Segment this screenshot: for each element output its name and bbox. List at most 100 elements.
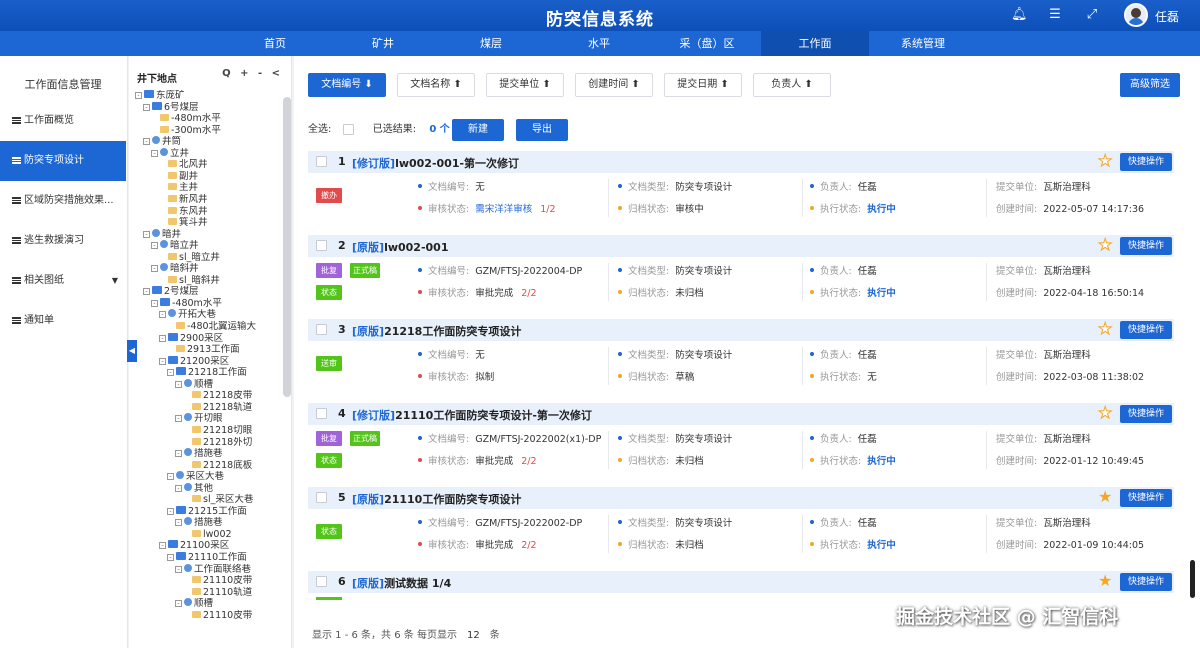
nav-item-mine[interactable]: 矿井	[338, 31, 428, 56]
collapse-toggle-icon[interactable]: -	[151, 265, 158, 273]
quick-action-button[interactable]: 快捷操作	[1120, 405, 1172, 423]
sort-owner-button[interactable]: 负责人 ⬆	[753, 73, 831, 97]
quick-action-button[interactable]: 快捷操作	[1120, 573, 1172, 591]
advanced-filter-button[interactable]: 高级筛选	[1120, 73, 1180, 97]
collapse-toggle-icon[interactable]: -	[151, 242, 158, 250]
row-checkbox[interactable]	[316, 576, 327, 587]
tree-node[interactable]: - 暗立井	[151, 240, 199, 252]
nav-item-home[interactable]: 首页	[230, 31, 320, 56]
tree-node[interactable]: - 21110工作面	[167, 552, 247, 564]
tree-node[interactable]: 21218皮带	[183, 390, 252, 402]
new-button[interactable]: 新建	[452, 119, 504, 141]
collapse-toggle-icon[interactable]: -	[159, 542, 166, 550]
tree-node[interactable]: - 采区大巷	[167, 471, 224, 483]
tree-node[interactable]: - 开拓大巷	[159, 309, 216, 321]
collapse-toggle-icon[interactable]: -	[151, 149, 158, 157]
quick-action-button[interactable]: 快捷操作	[1120, 237, 1172, 255]
star-icon[interactable]: ★	[1097, 319, 1112, 338]
tree-node[interactable]: - 工作面联络巷	[175, 563, 251, 576]
card-title[interactable]: [原版]测试数据 1/4	[352, 575, 451, 591]
collapse-toggle-icon[interactable]: -	[167, 554, 174, 561]
card-title[interactable]: [原版]lw002-001	[352, 239, 448, 255]
collapse-toggle-icon[interactable]: -	[175, 565, 182, 573]
tree-node[interactable]: 21218切眼	[183, 425, 252, 437]
collapse-toggle-icon[interactable]: -	[175, 519, 182, 527]
row-checkbox[interactable]	[316, 156, 327, 167]
tree-node[interactable]: - 开切眼	[175, 413, 223, 425]
tree-node[interactable]: - 其他	[175, 482, 213, 495]
star-icon[interactable]: ★	[1097, 403, 1112, 422]
tree-node[interactable]: -480北翼运输大	[167, 321, 256, 333]
collapse-toggle-icon[interactable]: -	[143, 103, 150, 111]
menu-item-drill[interactable]: 逃生救援演习	[0, 221, 126, 261]
status-tag[interactable]: 送审	[316, 356, 342, 371]
nav-item-coal-seam[interactable]: 煤层	[446, 31, 536, 56]
tree-node[interactable]: 21218轨道	[183, 402, 252, 414]
tree-toolbar[interactable]: Q + - <	[222, 68, 283, 79]
nav-item-system[interactable]: 系统管理	[878, 31, 968, 56]
tree-node[interactable]: - 措施巷	[175, 448, 223, 460]
row-checkbox[interactable]	[316, 492, 327, 503]
tree-node[interactable]: - 6号煤层	[143, 101, 199, 114]
tree-node[interactable]: sl_采区大巷	[183, 494, 253, 506]
quick-action-button[interactable]: 快捷操作	[1120, 153, 1172, 171]
row-checkbox[interactable]	[316, 240, 327, 251]
tree-node[interactable]: - 暗井	[143, 228, 181, 241]
fullscreen-icon[interactable]: ⤢	[1084, 7, 1100, 23]
tree-node[interactable]: - 井筒	[143, 136, 181, 148]
tree-node[interactable]: 东风井	[159, 206, 208, 218]
nav-item-level[interactable]: 水平	[554, 31, 644, 56]
tree-node[interactable]: - 21218工作面	[167, 367, 247, 379]
collapse-panel-button[interactable]: ◀	[127, 340, 137, 362]
sort-doc-no-button[interactable]: 文档编号 ⬇	[308, 73, 386, 97]
sort-doc-name-button[interactable]: 文档名称 ⬆	[397, 73, 475, 97]
tree-node[interactable]: - 21100采区	[159, 540, 229, 552]
user-name[interactable]: 任磊	[1155, 8, 1179, 25]
collapse-toggle-icon[interactable]: -	[159, 357, 166, 365]
sort-unit-button[interactable]: 提交单位 ⬆	[486, 73, 564, 97]
status-tag[interactable]: 正式稿	[350, 263, 380, 278]
card-title[interactable]: [修订版]21110工作面防突专项设计-第一次修订	[352, 407, 592, 423]
collapse-toggle-icon[interactable]: -	[143, 138, 150, 146]
tree-node[interactable]: -300m水平	[151, 125, 221, 137]
tree-scrollbar[interactable]	[283, 97, 291, 397]
quick-action-button[interactable]: 快捷操作	[1120, 489, 1172, 507]
menu-item-overview[interactable]: 工作面概览	[0, 101, 126, 141]
sort-created-button[interactable]: 创建时间 ⬆	[575, 73, 653, 97]
export-button[interactable]: 导出	[516, 119, 568, 141]
collapse-toggle-icon[interactable]: -	[175, 600, 182, 608]
collapse-toggle-icon[interactable]: -	[175, 450, 182, 458]
tree-node[interactable]: 北风井	[159, 159, 208, 171]
nav-item-workface[interactable]: 工作面	[761, 31, 869, 56]
sort-submit-date-button[interactable]: 提交日期 ⬆	[664, 73, 742, 97]
main-scrollbar[interactable]	[1190, 560, 1195, 598]
tree-node[interactable]: - 顺槽	[175, 378, 213, 391]
collapse-toggle-icon[interactable]: -	[151, 299, 158, 307]
status-tag[interactable]: 状态	[316, 285, 342, 300]
collapse-toggle-icon[interactable]: -	[159, 334, 166, 342]
menu-item-notice[interactable]: 通知单	[0, 301, 126, 341]
tree-node[interactable]: - 立井	[151, 147, 189, 160]
bell-icon[interactable]: 🔔︎	[1011, 7, 1028, 23]
row-checkbox[interactable]	[316, 408, 327, 419]
tree-node[interactable]: 新风井	[159, 194, 208, 206]
tree-node[interactable]: 箕斗井	[159, 217, 208, 229]
status-tag[interactable]: 状态	[316, 524, 342, 539]
menu-item-drawings[interactable]: 相关图纸 ▼	[0, 261, 126, 301]
menu-item-design[interactable]: 防突专项设计	[0, 141, 126, 181]
quick-action-button[interactable]: 快捷操作	[1120, 321, 1172, 339]
status-tag[interactable]: 批复	[316, 263, 342, 278]
tree-node[interactable]: 21110轨道	[183, 587, 252, 599]
status-tag[interactable]: 正式稿	[350, 431, 380, 446]
tree-node[interactable]: - 21200采区	[159, 355, 229, 368]
star-icon[interactable]: ★	[1098, 488, 1112, 506]
card-title[interactable]: [原版]21218工作面防突专项设计	[352, 323, 521, 339]
tree-node[interactable]: - 顺槽	[175, 598, 213, 610]
nav-item-district[interactable]: 采（盘）区	[662, 31, 752, 56]
status-tag[interactable]: 批复	[316, 431, 342, 446]
collapse-toggle-icon[interactable]: -	[167, 369, 174, 377]
star-icon[interactable]: ★	[1097, 151, 1112, 170]
tree-node[interactable]: - 暗斜井	[151, 263, 199, 275]
tree-node[interactable]: - 措施巷	[175, 517, 223, 529]
tree-node[interactable]: lw002	[183, 529, 232, 541]
